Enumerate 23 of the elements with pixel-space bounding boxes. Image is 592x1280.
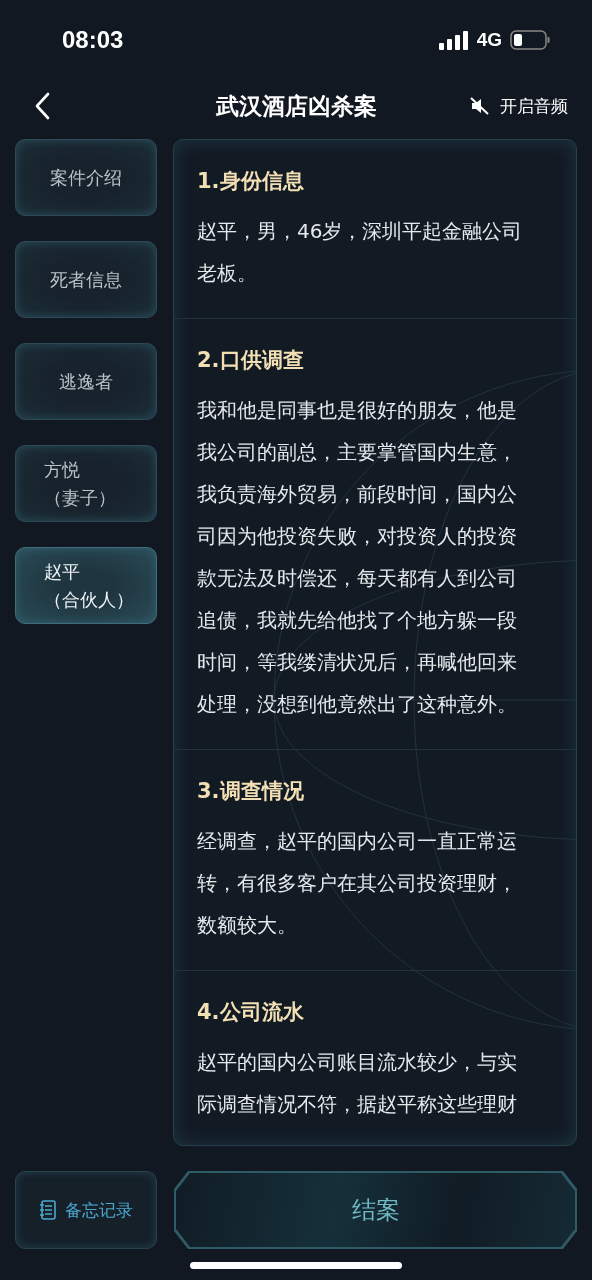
notebook-icon <box>39 1200 57 1220</box>
sidebar-tab[interactable]: 赵平 （合伙人） <box>15 547 157 624</box>
close-case-button[interactable]: 结案 <box>174 1171 577 1249</box>
speaker-muted-icon <box>470 96 490 116</box>
section-paragraph: 经调查，赵平的国内公司一直正常运转，有很多客户在其公司投资理财，数额较大。 <box>197 828 518 939</box>
battery-icon <box>510 30 550 50</box>
network-label: 4G <box>476 29 502 51</box>
section-paragraph: 赵平，男，46岁，深圳平起金融公司老板。 <box>197 218 524 287</box>
section-heading: 1.身份信息 <box>197 168 305 195</box>
section-heading: 3.调查情况 <box>197 778 305 805</box>
sidebar-tab[interactable]: 死者信息 <box>15 241 157 318</box>
sidebar-tab[interactable]: 逃逸者 <box>15 343 157 420</box>
section-paragraph: 赵平的国内公司账目流水较少，与实际调查情况不符，据赵平称这些理财 <box>197 1049 518 1118</box>
signal-icon <box>438 30 469 50</box>
section-heading: 2.口供调查 <box>197 347 305 374</box>
section-paragraph: 我和他是同事也是很好的朋友，他是我公司的副总，主要掌管国内生意，我负责海外贸易，前段时间，国内公司因为他投资失败，对投资人的投资款无法及时偿还，每天都有人到公司追债，我就先给他找了个地方躲一段时间，等我缕清状况后，再喊他回来处理，没想到他竟然出了这种意外。 <box>197 397 518 718</box>
sidebar-tab[interactable]: 方悦 （妻子） <box>15 445 157 522</box>
clock-time: 08:03 <box>62 26 124 54</box>
memo-button[interactable]: 备忘记录 <box>15 1171 157 1249</box>
page-title: 武汉酒店凶杀案 <box>214 91 378 121</box>
section-heading: 4.公司流水 <box>197 999 305 1026</box>
sidebar-tab[interactable]: 案件介绍 <box>15 139 157 216</box>
audio-toggle[interactable]: 开启音频 <box>470 94 568 118</box>
